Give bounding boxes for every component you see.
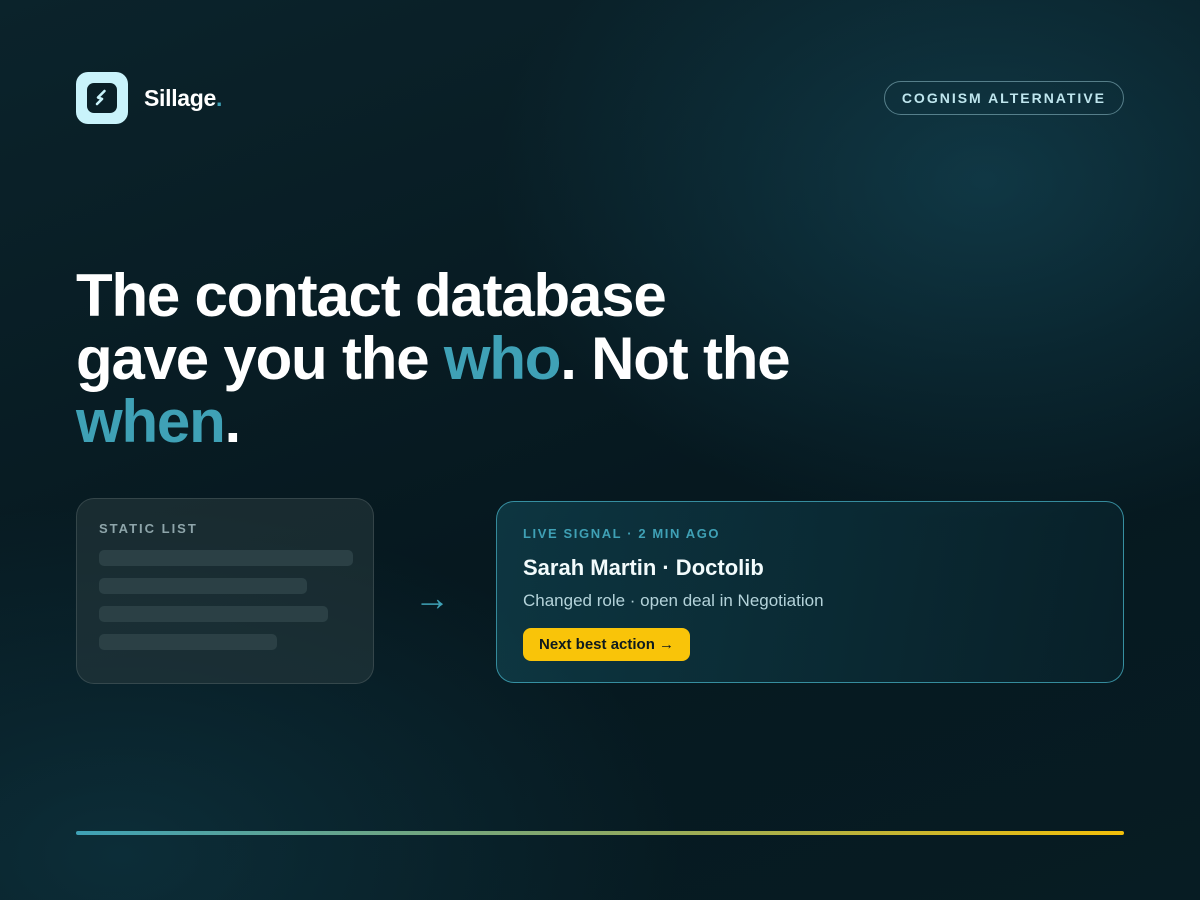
placeholder-row [99,634,277,650]
arrow-right-icon: → [414,577,450,618]
contact-name: Sarah Martin · Doctolib [523,555,764,580]
brand-name: Sillage. [144,84,223,111]
logo-icon [76,72,128,124]
live-signal-label: LIVE SIGNAL · 2 MIN AGO [523,526,721,541]
live-signal-card: LIVE SIGNAL · 2 MIN AGO Sarah Martin · D… [496,501,1124,683]
placeholder-row [99,578,307,594]
brand-logo: Sillage. [76,72,222,124]
brand-dot: . [216,84,223,111]
comparison-badge: COGNISM ALTERNATIVE [883,81,1124,115]
gradient-divider [76,831,1124,835]
placeholder-row [99,550,353,566]
static-list-label: STATIC LIST [99,521,198,536]
next-best-action-button[interactable]: Next best action → [523,628,691,661]
signal-description: Changed role · open deal in Negotiation [523,591,824,610]
headline-accent-who: who [443,325,562,392]
page-headline: The contact database gave you the who. N… [76,262,791,455]
headline-accent-when: when [76,388,226,455]
placeholder-row [99,606,328,622]
static-list-card: STATIC LIST [76,498,374,684]
